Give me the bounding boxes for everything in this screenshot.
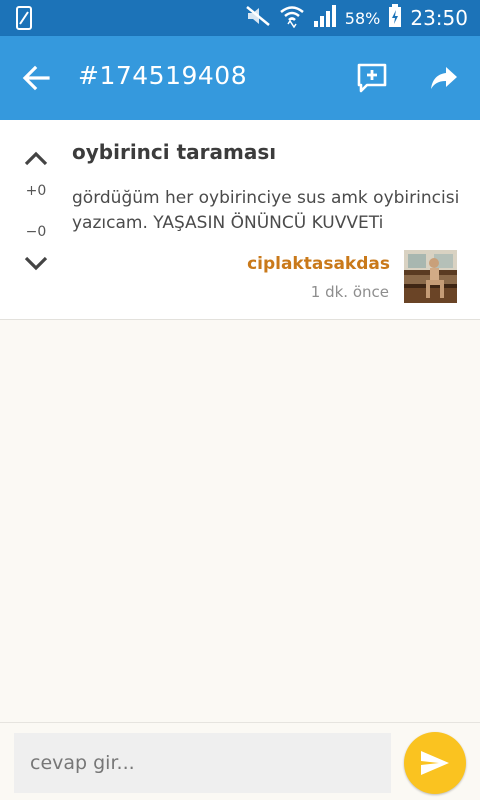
downvote-button[interactable] [20,250,52,278]
phone-icon [16,6,32,34]
upvote-button[interactable] [20,144,52,172]
send-button[interactable] [404,732,466,794]
share-arrow-icon [431,67,457,89]
reply-bar [0,722,480,800]
clock: 23:50 [410,6,468,30]
back-button[interactable] [18,60,54,96]
share-button[interactable] [424,58,464,98]
downvote-count: −0 [25,224,47,240]
app-bar: #174519408 [0,36,480,120]
signal-icon [313,4,337,32]
arrow-back-icon [22,65,50,91]
entry-title: oybirinci taraması [72,140,277,164]
author-name[interactable]: ciplaktasakdas [247,254,390,274]
author-avatar[interactable] [404,250,457,303]
send-icon [421,751,449,775]
chevron-up-icon [24,151,48,166]
battery-percent: 58% [344,8,381,28]
add-comment-icon [357,63,387,93]
mute-icon [245,5,271,31]
chevron-down-icon [24,256,48,271]
entry-body: gördüğüm her oybirinciye sus amk oybirin… [72,188,460,233]
upvote-count: +0 [25,183,47,199]
battery-charging-icon [388,4,402,32]
entry-card: +0 −0 oybirinci taraması gördüğüm her oy… [0,120,480,320]
entry-time: 1 dk. önce [310,283,389,301]
page-title: #174519408 [78,61,248,90]
add-comment-button[interactable] [352,58,392,98]
wifi-icon [279,4,305,32]
status-bar: 58% 23:50 [0,0,480,36]
reply-input[interactable] [14,733,391,793]
